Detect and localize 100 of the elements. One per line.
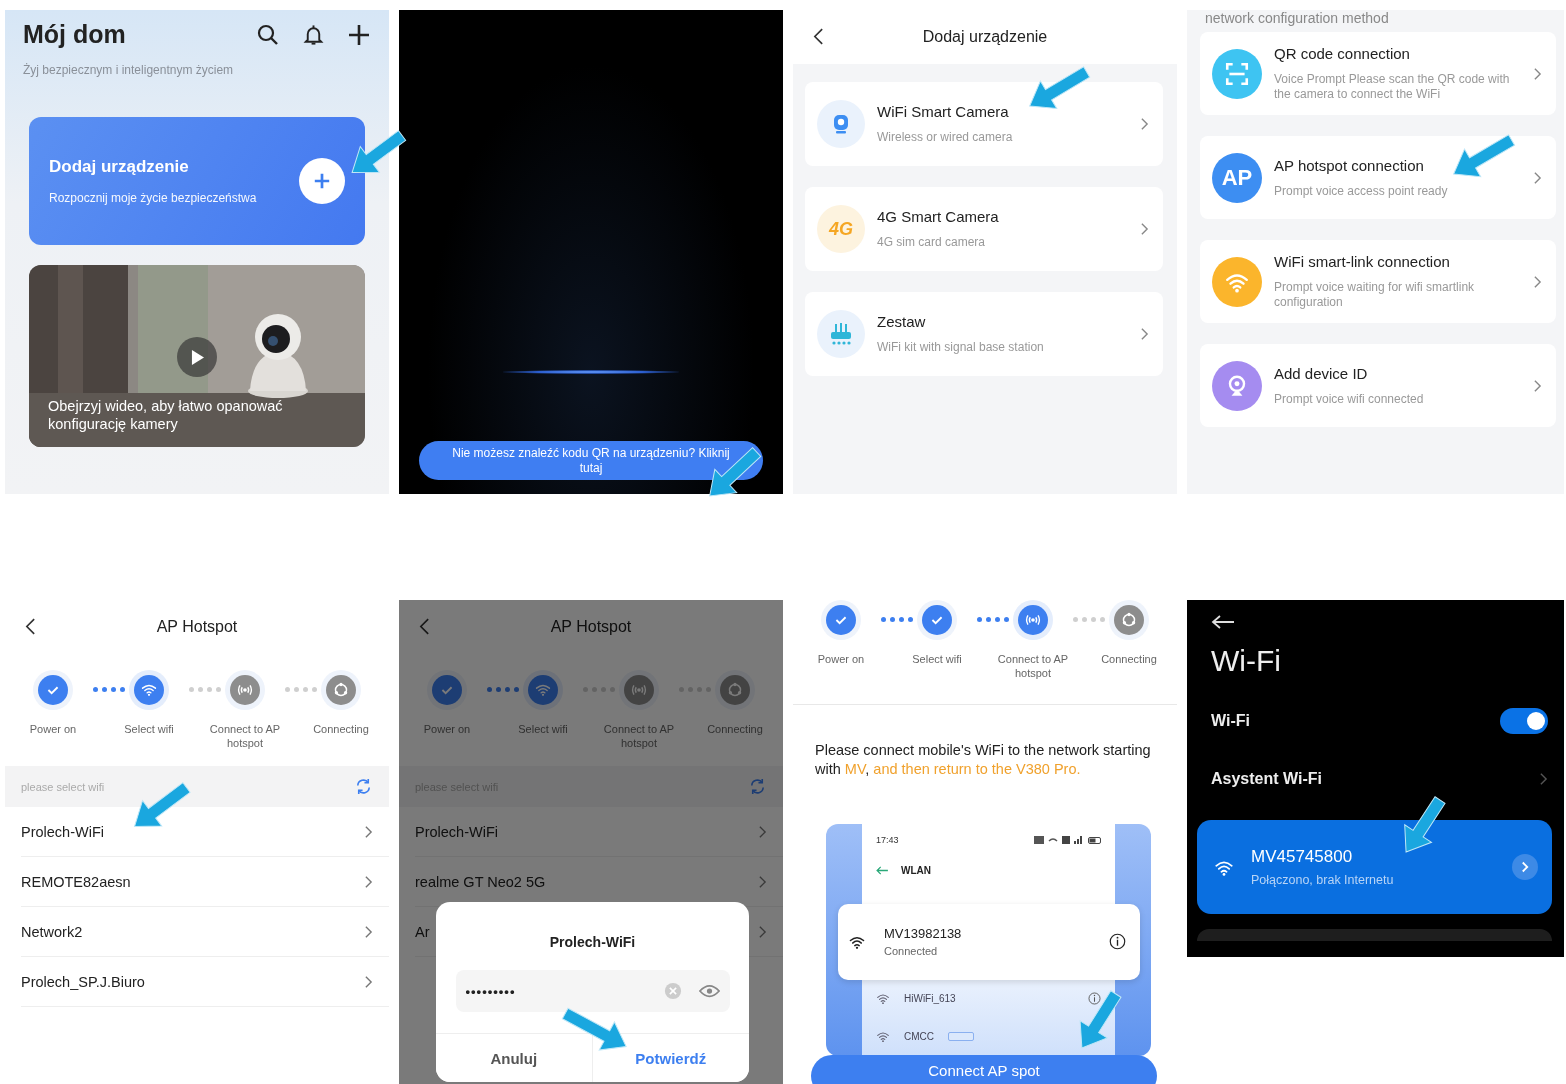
network-status: Connected xyxy=(884,945,939,957)
setting-label: Wi-Fi xyxy=(1211,712,1250,730)
bell-icon[interactable] xyxy=(302,22,325,47)
setting-label: Asystent Wi-Fi xyxy=(1211,770,1322,788)
subtitle: Żyj bezpiecznym i inteligentnym życiem xyxy=(23,63,235,77)
refresh-icon[interactable] xyxy=(354,777,373,796)
device-description: 4G sim card camera xyxy=(877,235,987,250)
method-name: QR code connection xyxy=(1274,45,1411,62)
signal-icon xyxy=(1074,836,1084,845)
step-label: Power on xyxy=(816,652,866,666)
play-button[interactable] xyxy=(177,337,217,377)
network-name: MV45745800 xyxy=(1251,847,1354,867)
password-field[interactable]: ••••••••• xyxy=(455,970,730,1012)
connect-button[interactable]: Connect AP spot xyxy=(811,1055,1157,1084)
network-item[interactable]: Prolech-WiFi xyxy=(415,807,783,857)
method-card[interactable]: QR code connection Voice Prompt Please scan the QR code with the camera to connect the WiFi xyxy=(1200,32,1556,115)
progress-dots xyxy=(189,687,221,692)
step-label: Connect to AP hotspot xyxy=(208,722,282,750)
chevron-icon xyxy=(364,874,373,889)
network-badge: 4G xyxy=(817,205,865,253)
step-label: Power on xyxy=(28,722,78,736)
network-name: CMCC xyxy=(904,1031,934,1043)
chevron-icon xyxy=(1533,66,1542,81)
step-label: Connecting xyxy=(706,722,764,736)
screen-title: Wi-Fi xyxy=(1211,644,1282,678)
back-button[interactable] xyxy=(25,618,36,635)
wifi-icon xyxy=(876,992,890,1006)
progress-dots xyxy=(93,687,125,692)
back-arrow-icon xyxy=(876,865,889,875)
device-type-card[interactable]: WiFi Smart Camera Wireless or wired camera xyxy=(805,82,1163,166)
dialog-title: Prolech-WiFi xyxy=(549,934,636,950)
chevron-icon xyxy=(364,824,373,839)
method-description: Prompt voice access point ready xyxy=(1274,183,1449,199)
method-description: Prompt voice waiting for wifi smartlink configuration xyxy=(1274,280,1476,310)
method-card[interactable]: AP AP hotspot connection Prompt voice access point ready xyxy=(1200,136,1556,219)
chevron-icon xyxy=(758,874,767,889)
instruction-text: Please connect mobile's WiFi to the network starting with MV, and then return to the V380 Pro. xyxy=(814,741,1152,779)
network-status: Połączono, brak Internetu xyxy=(1251,873,1395,887)
method-card[interactable]: WiFi smart-link connection Prompt voice waiting for wifi smartlink configuration xyxy=(1200,240,1556,323)
method-description: Prompt voice wifi connected xyxy=(1274,391,1425,407)
card-title: Dodaj urządzenie xyxy=(49,157,190,177)
step-label: Connecting xyxy=(1100,652,1158,666)
screen-title: WLAN xyxy=(901,864,931,876)
network-item[interactable]: Prolech_SP.J.Biuro xyxy=(21,957,389,1007)
add-button[interactable] xyxy=(299,158,345,204)
step-label: Connect to AP hotspot xyxy=(996,652,1070,680)
page-title: Mój dom xyxy=(23,20,126,49)
data-speed-icon xyxy=(1034,836,1044,845)
clock-text: 17:43 xyxy=(876,835,899,846)
plus-icon[interactable] xyxy=(347,22,371,47)
back-button[interactable] xyxy=(813,28,824,45)
method-name: WiFi smart-link connection xyxy=(1274,253,1451,270)
screen-title: AP Hotspot xyxy=(550,618,632,636)
device-type-card[interactable]: 4G 4G Smart Camera 4G sim card camera xyxy=(805,187,1163,271)
network-name: MV13982138 xyxy=(884,926,963,941)
chevron-icon xyxy=(364,974,373,989)
chevron-icon xyxy=(758,824,767,839)
eye-icon[interactable] xyxy=(698,984,720,998)
plus-icon xyxy=(313,172,331,190)
toggle-switch[interactable] xyxy=(1500,708,1548,734)
video-caption: Obejrzyj wideo, aby łatwo opanować konfigurację kamery xyxy=(48,397,284,433)
chevron-icon xyxy=(1533,170,1542,185)
device-name: WiFi Smart Camera xyxy=(877,103,1010,120)
info-icon xyxy=(1088,992,1101,1006)
device-type-card[interactable]: Zestaw WiFi kit with signal base station xyxy=(805,292,1163,376)
method-name: Add device ID xyxy=(1274,364,1369,382)
step-label: Select wifi xyxy=(911,652,963,666)
battery-icon xyxy=(1088,836,1101,844)
camera-icon xyxy=(817,100,865,148)
network-item[interactable]: Network2 xyxy=(21,907,389,957)
chevron-icon xyxy=(758,924,767,939)
chevron-icon xyxy=(1533,274,1542,289)
router-icon xyxy=(817,310,865,358)
section-label: please select wifi xyxy=(21,780,105,793)
section-heading: network configuration method xyxy=(1204,10,1390,26)
chevron-icon xyxy=(1539,772,1548,786)
step-label: Power on xyxy=(422,722,472,736)
details-button[interactable] xyxy=(1512,854,1538,880)
cancel-button[interactable]: Anuluj xyxy=(436,1034,593,1082)
method-name: AP hotspot connection xyxy=(1274,156,1425,174)
method-description: Voice Prompt Please scan the QR code with the camera to connect the WiFi xyxy=(1274,72,1511,102)
device-name: Zestaw xyxy=(877,313,927,330)
help-button[interactable]: Nie możesz znaleźć kodu QR na urządzeniu? Kliknij tutaj xyxy=(419,441,763,480)
chevron-icon xyxy=(1140,117,1149,131)
method-card[interactable]: Add device ID Prompt voice wifi connected xyxy=(1200,344,1556,427)
progress-dots xyxy=(881,617,913,622)
step-label: Connecting xyxy=(312,722,370,736)
step-label: Select wifi xyxy=(517,722,569,736)
band-tag xyxy=(948,1032,974,1042)
chevron-icon xyxy=(1521,861,1529,873)
sim-icon xyxy=(1062,836,1070,845)
progress-dots xyxy=(487,687,519,692)
wifi-icon xyxy=(1048,837,1058,844)
network-card[interactable]: MV45745800 Połączono, brak Internetu xyxy=(1197,820,1552,914)
search-icon[interactable] xyxy=(256,22,280,47)
network-item[interactable]: REMOTE82aesn xyxy=(21,857,389,907)
wifi-icon xyxy=(876,1030,890,1044)
device-name: 4G Smart Camera xyxy=(877,208,1000,225)
device-description: Wireless or wired camera xyxy=(877,130,1014,145)
network-name: HiWiFi_613 xyxy=(904,993,956,1005)
